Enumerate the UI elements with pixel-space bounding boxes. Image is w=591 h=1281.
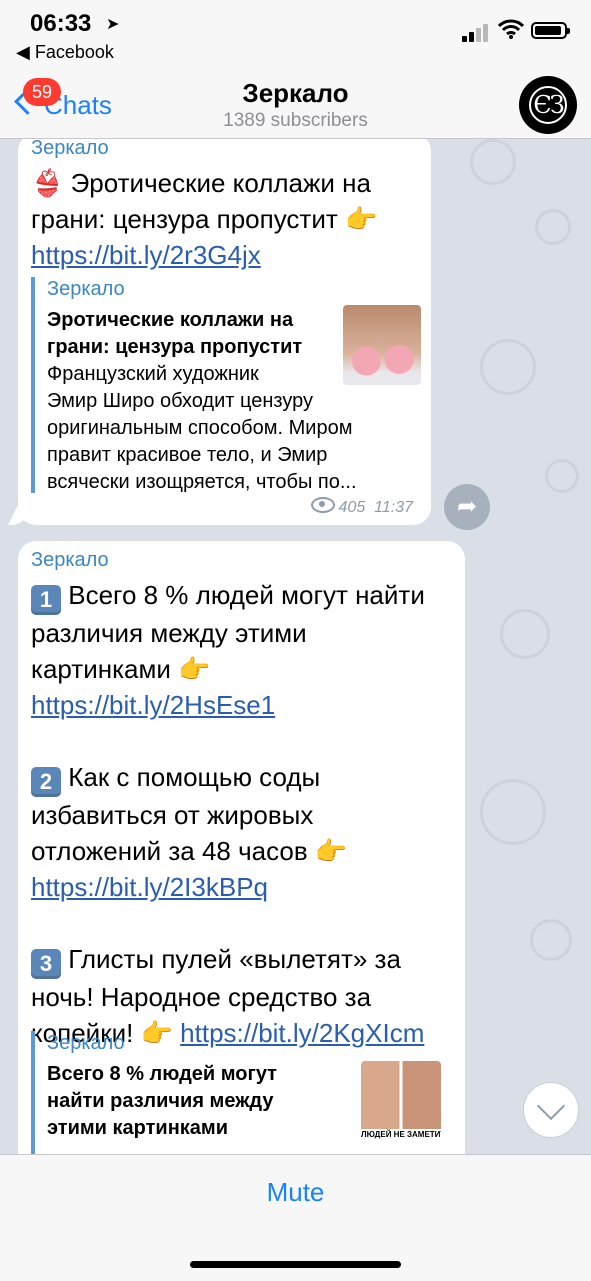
background-doodle: [480, 779, 546, 845]
post-sender: Зеркало: [31, 139, 109, 159]
views-eye-icon: [310, 497, 335, 513]
keycap-3-icon: 3: [31, 949, 61, 979]
preview-desc-l5: всячески изощряется, чтобы по...: [47, 471, 357, 493]
battery-icon: [531, 22, 570, 39]
channel-post[interactable]: Зеркало 1 Всего 8 % людей могут найти ра…: [18, 541, 465, 1154]
pointing-hand-emoji: 👉: [178, 654, 211, 684]
back-to-app-link[interactable]: ◀ Facebook: [16, 42, 114, 63]
preview-desc-l4: правит красивое тело, и Эмир: [47, 444, 328, 466]
background-doodle: [500, 609, 550, 659]
bottom-bar: Mute: [0, 1154, 591, 1281]
subscriber-count: 1389 subscribers: [223, 110, 368, 131]
post-meta: 405 11:37: [310, 497, 413, 517]
preview-site: Зеркало: [47, 278, 125, 300]
preview-thumbnail: ЛЮДЕЙ НЕ ЗАМЕТИТ РАЗ: [361, 1061, 441, 1141]
background-doodle: [530, 919, 572, 961]
background-doodle: [480, 339, 536, 395]
background-doodle: [470, 139, 516, 185]
location-arrow-icon: ➤: [106, 16, 120, 33]
background-doodle: [545, 459, 579, 493]
post-link[interactable]: https://bit.ly/2HsEse1: [31, 690, 275, 720]
post-link[interactable]: https://bit.ly/2r3G4jx: [31, 240, 261, 270]
share-arrow-icon[interactable]: ➦: [444, 484, 490, 530]
link-preview[interactable]: Зеркало Всего 8 % людей могут найти разл…: [31, 1031, 453, 1154]
preview-thumbnail: [343, 305, 421, 385]
post-link[interactable]: https://bit.ly/2I3kBPq: [31, 872, 268, 902]
preview-desc-l2: Эмир Широ обходит цензуру: [47, 390, 314, 412]
post-sender: Зеркало: [31, 549, 109, 571]
post-text: 👙 Эротические коллажи на грани: цензура …: [31, 168, 378, 270]
status-bar: 06:33 ➤ ◀ Facebook: [0, 0, 591, 70]
post-text: 1 Всего 8 % людей могут найти различия м…: [31, 580, 425, 1048]
view-count: 405: [338, 499, 366, 516]
pointing-hand-emoji: 👉: [314, 836, 348, 866]
chat-header: Chats 59 Зеркало 1389 subscribers ЄЗ: [0, 70, 591, 139]
background-doodle: [535, 209, 571, 245]
home-indicator[interactable]: [190, 1261, 401, 1268]
wifi-icon: [498, 19, 524, 39]
scroll-down-button[interactable]: [523, 1082, 579, 1138]
pointing-hand-emoji: 👉: [344, 204, 378, 234]
bikini-emoji: 👙: [31, 168, 64, 198]
preview-desc-l3: оригинальным способом. Миром: [47, 417, 353, 439]
keycap-1-icon: 1: [31, 585, 61, 615]
mute-button[interactable]: Mute: [0, 1177, 591, 1208]
preview-site: Зеркало: [47, 1032, 125, 1054]
channel-post[interactable]: Зеркало 👙 Эротические коллажи на грани: …: [18, 139, 431, 525]
post-time: 11:37: [374, 499, 413, 516]
cellular-signal-icon: [462, 22, 492, 42]
channel-avatar[interactable]: ЄЗ: [519, 76, 577, 134]
message-list[interactable]: Зеркало 👙 Эротические коллажи на грани: …: [0, 139, 591, 1154]
link-preview[interactable]: Зеркало Эротические коллажи на грани: це…: [31, 277, 421, 493]
channel-title[interactable]: Зеркало: [0, 78, 591, 109]
keycap-2-icon: 2: [31, 767, 61, 797]
thumbnail-caption: ЛЮДЕЙ НЕ ЗАМЕТИТ РАЗ: [361, 1129, 441, 1141]
clock: 06:33: [30, 10, 92, 37]
